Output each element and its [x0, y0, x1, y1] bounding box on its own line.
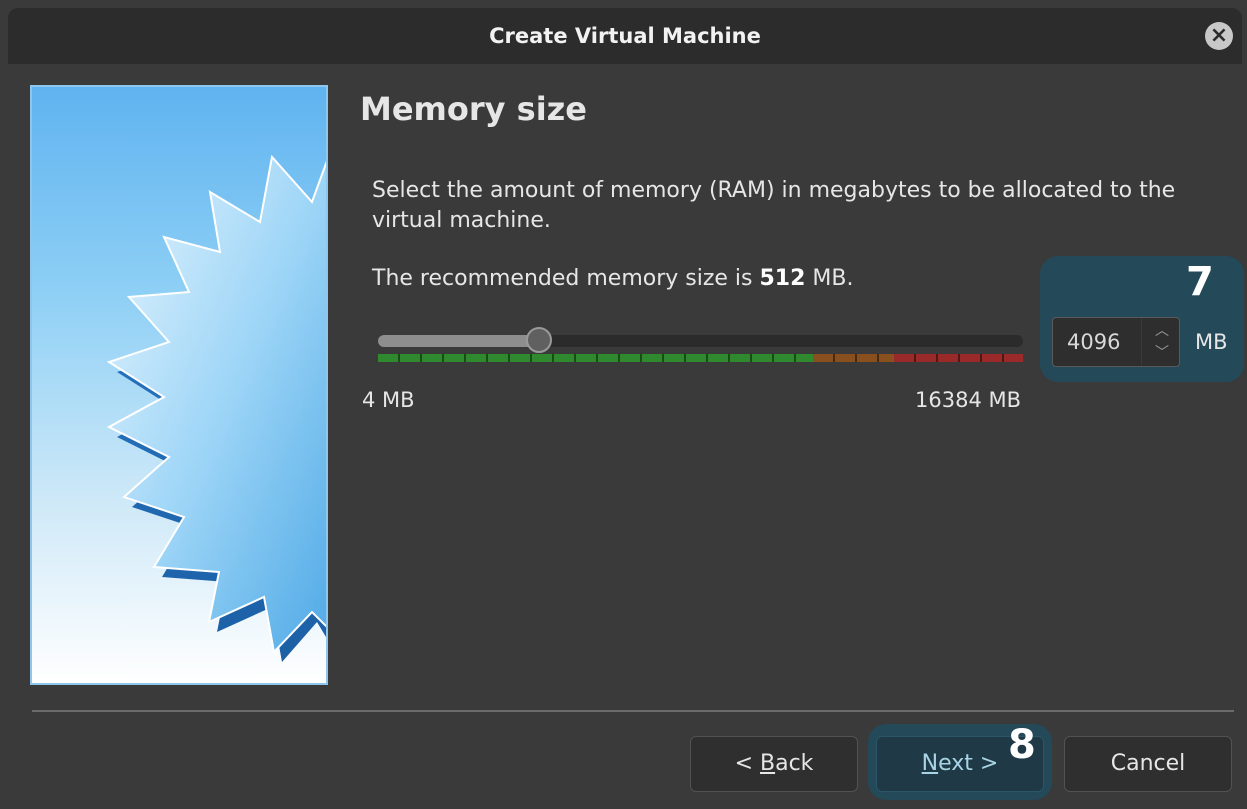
cancel-button[interactable]: Cancel — [1064, 736, 1232, 792]
slider-min-label: 4 MB — [362, 388, 415, 412]
close-icon[interactable]: × — [1205, 22, 1233, 50]
memory-size-input[interactable]: 4096 — [1067, 318, 1120, 366]
button-divider — [32, 710, 1234, 712]
next-rest: ext > — [938, 751, 999, 776]
window-title: Create Virtual Machine — [489, 24, 761, 48]
slider-zone-warning — [813, 354, 894, 362]
title-bar: Create Virtual Machine × — [8, 8, 1242, 64]
recommend-prefix: The recommended memory size is — [372, 266, 760, 291]
slider-zone-danger — [894, 354, 1023, 362]
recommended-memory-value: 512 — [759, 266, 806, 291]
memory-slider[interactable] — [378, 327, 1023, 353]
back-button[interactable]: < Back — [690, 736, 858, 792]
memory-slider-fill — [378, 335, 540, 347]
memory-unit-label: MB — [1195, 330, 1228, 354]
back-mnemonic: B — [760, 751, 776, 776]
spin-up-icon[interactable]: ︿ — [1151, 322, 1173, 340]
memory-slider-ticks — [378, 354, 1023, 362]
next-mnemonic: N — [921, 751, 939, 776]
memory-description: Select the amount of memory (RAM) in meg… — [372, 178, 1176, 233]
spin-down-icon[interactable]: ﹀ — [1151, 344, 1173, 362]
page-title: Memory size — [360, 90, 587, 128]
starburst-illustration — [106, 154, 326, 662]
back-prefix: < — [734, 751, 760, 776]
back-rest: ack — [775, 751, 814, 776]
spinbox-separator — [1141, 318, 1142, 366]
wizard-sidebar-image — [30, 85, 328, 685]
recommended-memory-text: The recommended memory size is 512 MB. — [372, 266, 854, 291]
slider-zone-safe — [378, 354, 814, 362]
annotation-badge-8: 8 — [1008, 722, 1036, 768]
annotation-badge-7: 7 — [1186, 259, 1214, 305]
slider-max-label: 16384 MB — [915, 388, 1022, 412]
recommend-suffix: MB. — [805, 266, 854, 291]
memory-size-spinbox[interactable]: 4096 ︿ ﹀ — [1052, 317, 1180, 367]
